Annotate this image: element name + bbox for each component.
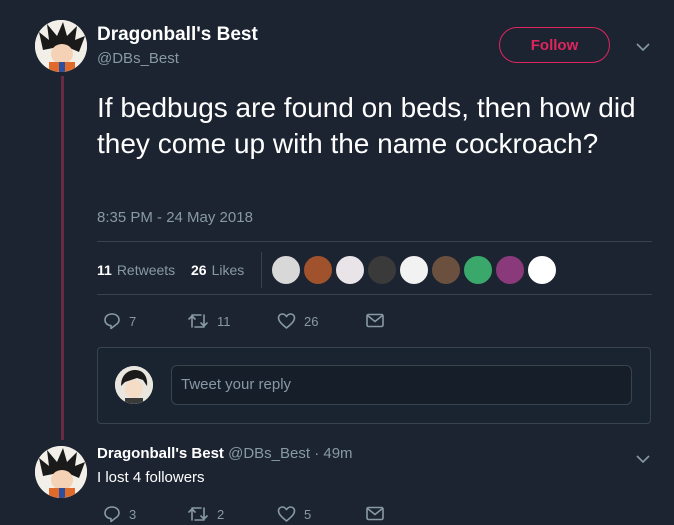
retweet-count: 11: [217, 313, 231, 329]
retweet-icon: [188, 314, 208, 328]
likes-stat[interactable]: 26 Likes: [191, 262, 244, 278]
message-action[interactable]: [366, 506, 384, 521]
like-action[interactable]: 26: [277, 312, 318, 330]
reply-count: 7: [129, 313, 137, 329]
divider: [97, 294, 652, 295]
retweets-label: Retweets: [116, 262, 176, 278]
envelope-icon: [366, 506, 384, 521]
heart-icon: [277, 313, 296, 329]
reply-action[interactable]: 3: [103, 505, 136, 523]
liker-avatar[interactable]: [367, 255, 397, 285]
message-action[interactable]: [366, 313, 384, 328]
reply-input[interactable]: Tweet your reply: [171, 365, 632, 405]
reply-author-name[interactable]: Dragonball's Best: [97, 445, 224, 462]
liker-avatar[interactable]: [431, 255, 461, 285]
avatar[interactable]: [35, 20, 87, 72]
author-handle[interactable]: @DBs_Best: [97, 50, 179, 67]
chevron-down-icon[interactable]: [636, 451, 650, 469]
reply-author-avatar[interactable]: [35, 446, 87, 498]
likes-label: Likes: [211, 262, 245, 278]
chevron-down-icon[interactable]: [636, 39, 650, 57]
reply-action[interactable]: 7: [103, 312, 136, 330]
author-name[interactable]: Dragonball's Best: [97, 24, 258, 46]
reply-count: 3: [129, 506, 137, 522]
reply-icon: [104, 506, 120, 523]
liker-avatar[interactable]: [271, 255, 301, 285]
like-action[interactable]: 5: [277, 505, 311, 523]
reply-meta: @DBs_Best · 49m: [228, 445, 353, 462]
retweet-action[interactable]: 2: [187, 505, 224, 523]
follow-button[interactable]: Follow: [499, 27, 610, 63]
reply-icon: [104, 313, 120, 330]
thread-line: [61, 76, 64, 440]
liker-avatar[interactable]: [527, 255, 557, 285]
reply-text: I lost 4 followers: [97, 469, 205, 486]
liker-avatar[interactable]: [495, 255, 525, 285]
likes-count: 26: [191, 262, 207, 278]
like-count: 26: [304, 313, 319, 329]
stats-divider: [261, 252, 262, 288]
liker-avatar[interactable]: [303, 255, 333, 285]
like-count: 5: [304, 506, 312, 522]
divider: [97, 241, 652, 242]
envelope-icon: [366, 313, 384, 328]
reply-composer: Tweet your reply: [97, 347, 651, 424]
retweet-icon: [188, 507, 208, 521]
heart-icon: [277, 506, 296, 522]
liker-avatar[interactable]: [399, 255, 429, 285]
current-user-avatar[interactable]: [115, 366, 153, 404]
tweet-text: If bedbugs are found on beds, then how d…: [97, 92, 636, 159]
retweet-action[interactable]: 11: [187, 312, 231, 330]
retweets-count: 11: [97, 262, 112, 278]
retweets-stat[interactable]: 11 Retweets: [97, 262, 175, 278]
liker-avatar[interactable]: [463, 255, 493, 285]
retweet-count: 2: [217, 506, 225, 522]
reply-header[interactable]: Dragonball's Best @DBs_Best · 49m: [97, 445, 353, 462]
tweet-timestamp[interactable]: 8:35 PM - 24 May 2018: [97, 209, 253, 226]
liker-avatar[interactable]: [335, 255, 365, 285]
